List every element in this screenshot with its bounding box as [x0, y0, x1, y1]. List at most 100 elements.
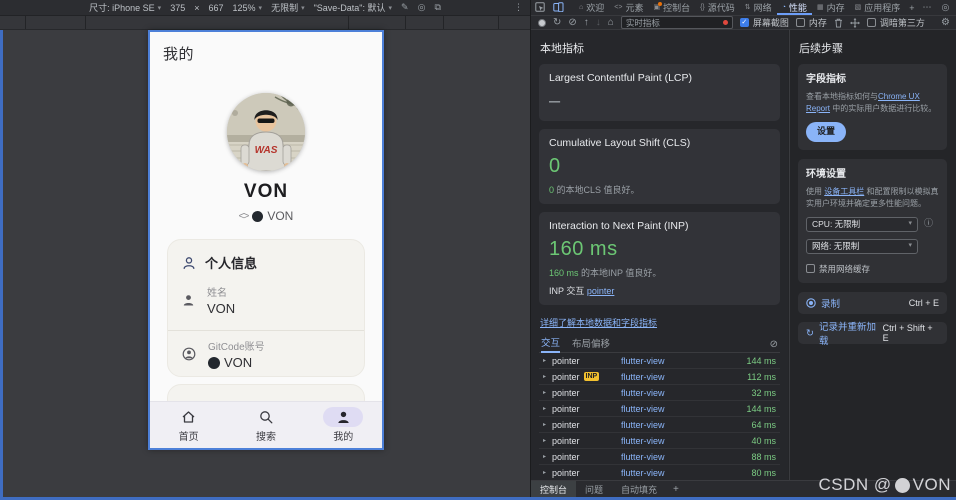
record-and-reload-icon[interactable]: ↻	[553, 17, 561, 28]
interaction-row[interactable]: ▸ pointer flutter-view 80 ms	[539, 465, 780, 481]
cls-title: Cumulative Layout Shift (CLS)	[549, 137, 691, 149]
interaction-type: pointer	[552, 467, 580, 478]
interaction-type: pointer	[552, 371, 580, 382]
tab-elements[interactable]: <> 元素	[609, 0, 648, 15]
record-icon[interactable]	[538, 18, 546, 27]
devtools-panel: ⌂欢迎<>元素▣控制台{}源代码⇅网络◔性能▦内存▧应用程序 + ⋯ ◎ × ↻…	[530, 0, 956, 500]
node-link[interactable]: flutter-view	[621, 436, 665, 446]
node-link[interactable]: flutter-view	[621, 468, 665, 478]
home-icon	[182, 411, 195, 423]
record-reload-action[interactable]: ↻ 记录并重新加载 Ctrl + Shift + E	[798, 322, 947, 347]
tab-console[interactable]: ▣ 控制台	[648, 0, 695, 15]
device-toolbar-menu-icon[interactable]: ⋮	[514, 2, 523, 13]
device-size-select[interactable]: 尺寸: iPhone SE ▾	[89, 1, 161, 14]
inp-interaction-link[interactable]: pointer	[587, 286, 615, 296]
interaction-row[interactable]: ▸ pointer flutter-view 144 ms	[539, 401, 780, 417]
chevron-down-icon: ▾	[388, 4, 393, 12]
device-height-input[interactable]: 667	[208, 3, 223, 13]
live-metrics-icon[interactable]: ⌂	[608, 17, 614, 28]
add-panel-icon[interactable]: +	[905, 3, 918, 13]
nav-item-home[interactable]: 首页	[150, 402, 227, 448]
eye-icon[interactable]: ◎	[418, 2, 426, 13]
interaction-row[interactable]: ▸ pointer flutter-view 88 ms	[539, 449, 780, 465]
tab-layout-shifts[interactable]: 布局偏移	[572, 336, 610, 352]
rotate-device-icon[interactable]: ⧉	[434, 2, 440, 13]
drawer-tab-0[interactable]: 控制台	[531, 481, 577, 497]
chevron-down-icon: ▾	[908, 219, 912, 227]
interaction-row[interactable]: ▸ pointer flutter-view 40 ms	[539, 433, 780, 449]
drawer-tab-1[interactable]: 问题	[576, 481, 612, 497]
device-width-input[interactable]: 375	[170, 3, 185, 13]
warning-badge	[658, 2, 663, 6]
disable-cache-checkbox[interactable]: 禁用网络缓存	[806, 263, 939, 276]
dim-third-party-checkbox[interactable]: 调暗第三方	[866, 16, 925, 29]
tab-performance[interactable]: ◔ 性能	[777, 0, 812, 15]
nav-item-search[interactable]: 搜索	[227, 402, 304, 448]
node-link[interactable]: flutter-view	[621, 404, 665, 414]
tab-label: 源代码	[707, 3, 735, 13]
tab-label: 网络	[753, 3, 772, 13]
cpu-throttling-select[interactable]: CPU: 无限制 ▾	[806, 216, 918, 232]
record-shortcut: Ctrl + E	[908, 298, 939, 309]
tab-network[interactable]: ⇅ 网络	[740, 0, 777, 15]
load-profile-icon[interactable]: ↑	[584, 17, 589, 28]
checkbox-label: 内存	[808, 18, 827, 28]
cls-note: 0 的本地CLS 值良好。	[549, 185, 640, 195]
drawer-tab-strip: 控制台 问题 自动填充	[531, 481, 666, 497]
checkbox-label: 调暗第三方	[879, 18, 925, 28]
gitcode-logo-icon	[208, 356, 220, 369]
interaction-row[interactable]: ▸ pointer flutter-view 32 ms	[539, 385, 780, 401]
device-toolbar-link[interactable]: 设备工具栏	[824, 187, 864, 196]
zoom-select[interactable]: 125% ▾	[233, 3, 263, 13]
field-label: 姓名	[207, 288, 227, 299]
configure-button[interactable]: 设置	[806, 122, 847, 142]
handle-text: VON	[267, 209, 294, 223]
performance-toolbar: ↻ ⊘ ↑ ↓ ⌂ 实时指标 ✓ 屏幕截图 内存 调暗第三方 ⚙	[531, 16, 956, 30]
node-link[interactable]: flutter-view	[621, 356, 665, 366]
nav-label: 搜索	[255, 432, 276, 443]
move-icon[interactable]	[849, 17, 860, 28]
network-throttling-select[interactable]: 网络: 无限制 ▾	[806, 238, 918, 254]
save-data-select[interactable]: "Save-Data": 默认 ▾	[314, 1, 392, 14]
gitcode-field[interactable]: GitCode账号 VON	[182, 338, 354, 370]
settings-gear-icon[interactable]: ⚙	[941, 17, 950, 28]
performance-icon: ◔	[781, 4, 786, 11]
node-link[interactable]: flutter-view	[621, 388, 665, 398]
add-drawer-tab-icon[interactable]: +	[666, 484, 686, 495]
node-link[interactable]: flutter-view	[621, 372, 665, 382]
tab-sources[interactable]: {} 源代码	[695, 0, 740, 15]
drawer-tab-2[interactable]: 自动填充	[612, 481, 666, 497]
clear-log-icon[interactable]: ⊘	[770, 339, 778, 352]
checkbox-icon	[866, 18, 876, 27]
tab-application[interactable]: ▧ 应用程序	[850, 0, 906, 15]
screenshots-checkbox[interactable]: ✓ 屏幕截图	[739, 16, 789, 29]
lcp-card: Largest Contentful Paint (LCP) –	[539, 64, 780, 121]
inspect-element-icon[interactable]	[531, 1, 549, 14]
memory-checkbox[interactable]: 内存	[795, 16, 827, 29]
edit-icon[interactable]: ✎	[401, 2, 409, 13]
trash-icon[interactable]	[834, 18, 843, 28]
history-select[interactable]: 实时指标	[620, 16, 733, 29]
avatar[interactable]: WAS	[227, 93, 305, 171]
tab-welcome[interactable]: ⌂ 欢迎	[574, 0, 609, 15]
feedback-icon[interactable]: ◎	[937, 2, 953, 13]
node-link[interactable]: flutter-view	[621, 420, 665, 430]
record-reload-shortcut: Ctrl + Shift + E	[882, 323, 933, 344]
interaction-row[interactable]: ▸ pointer flutter-view 64 ms	[539, 417, 780, 433]
more-options-icon[interactable]: ⋯	[918, 2, 935, 13]
name-field[interactable]: 姓名 VON	[182, 284, 354, 316]
nav-item-mine[interactable]: 我的	[305, 402, 382, 448]
throttling-select[interactable]: 无限制 ▾	[271, 1, 305, 14]
node-link[interactable]: flutter-view	[621, 452, 665, 462]
interaction-row[interactable]: ▸ pointer flutter-view 144 ms	[539, 353, 780, 369]
tab-interactions[interactable]: 交互	[541, 335, 561, 353]
interaction-type: pointer	[552, 355, 580, 366]
environment-title: 环境设置	[806, 168, 846, 180]
learn-more-link[interactable]: 详细了解本地数据和字段指标	[540, 316, 657, 329]
tab-memory[interactable]: ▦ 内存	[812, 0, 850, 15]
interaction-row[interactable]: ▸ pointer INP flutter-view 112 ms	[539, 369, 780, 385]
record-icon	[806, 298, 816, 308]
device-toolbar-toggle-icon[interactable]	[549, 1, 568, 14]
clear-icon[interactable]: ⊘	[568, 17, 576, 28]
record-action[interactable]: 录制 Ctrl + E	[798, 292, 947, 315]
